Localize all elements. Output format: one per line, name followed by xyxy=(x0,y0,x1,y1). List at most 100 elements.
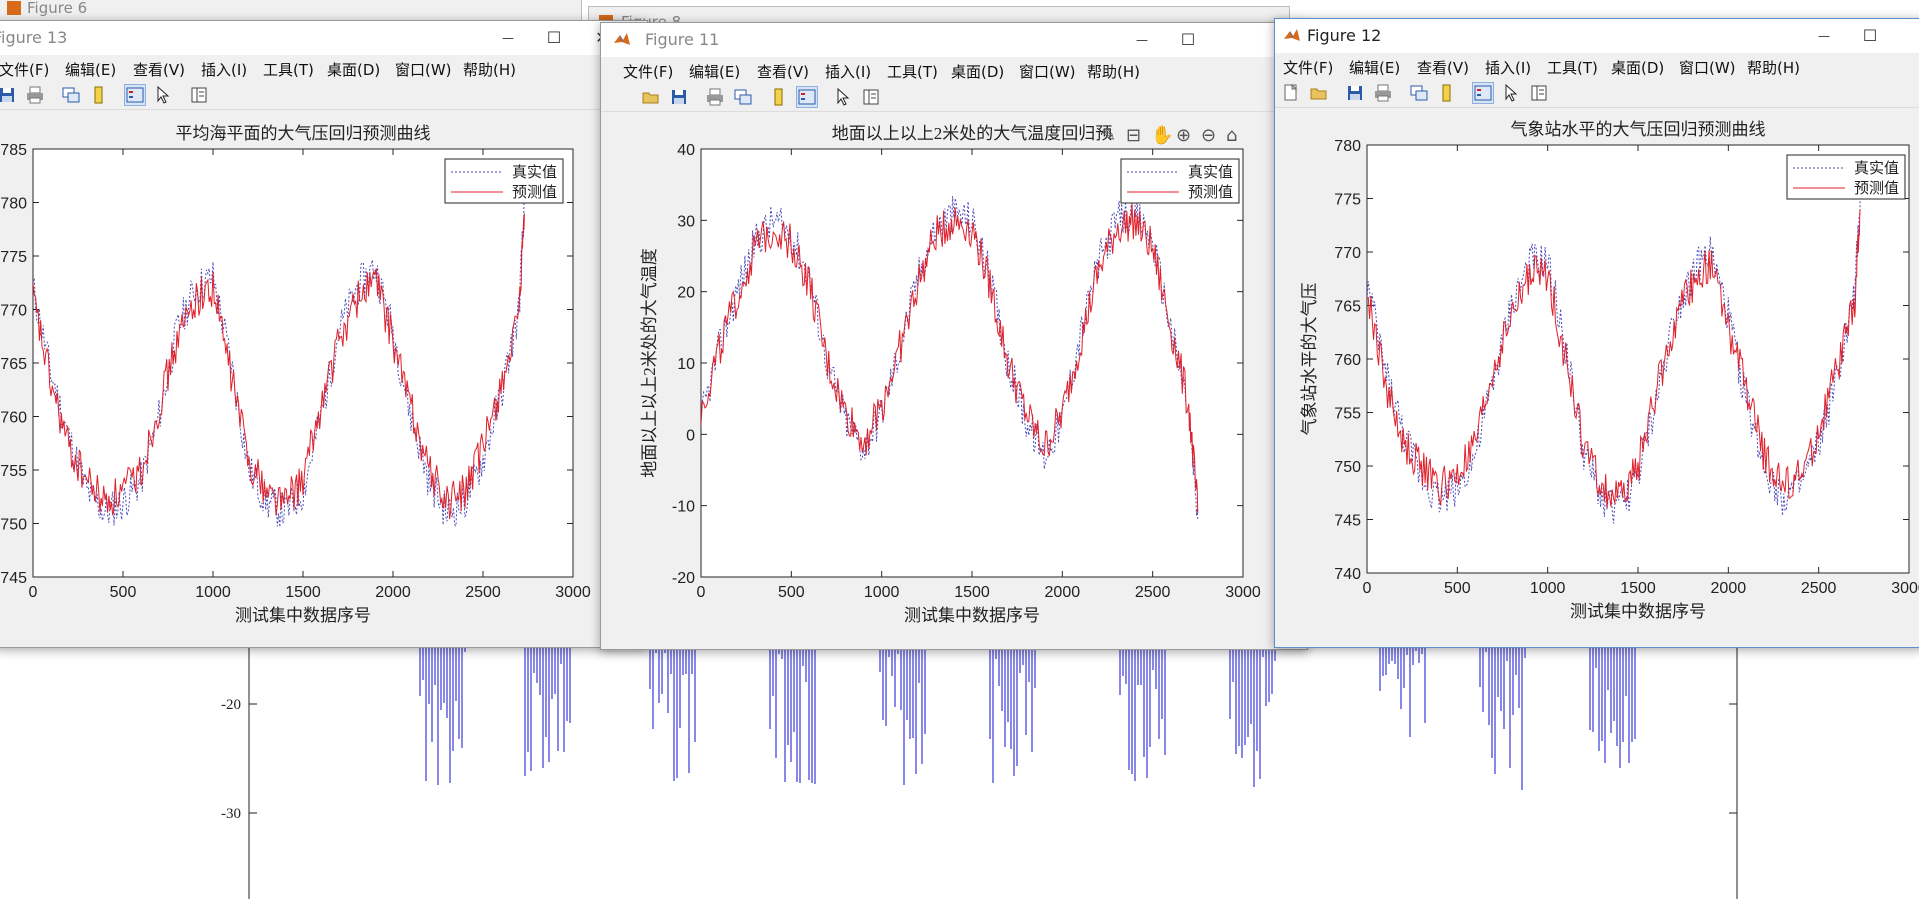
menu-item-2[interactable]: 查看(V) xyxy=(1417,57,1469,78)
property-editor-icon[interactable] xyxy=(1529,83,1549,103)
legend-icon[interactable] xyxy=(124,84,146,106)
link-plot-icon[interactable] xyxy=(1409,83,1429,103)
pointer-icon[interactable] xyxy=(833,87,853,107)
property-editor-icon[interactable] xyxy=(189,85,209,105)
print-icon[interactable] xyxy=(1373,83,1393,103)
y-tick-label: 770 xyxy=(1334,245,1361,262)
menu-item-7[interactable]: 帮助(H) xyxy=(463,59,516,80)
x-tick-label: 1000 xyxy=(1530,580,1566,597)
y-tick-label: 740 xyxy=(1334,566,1361,583)
data-tips-icon[interactable]: ⊟ xyxy=(1126,125,1141,146)
window-title: Figure 11 xyxy=(645,30,720,49)
chart: 气象站水平的大气压回归预测曲线 0 500 1000 1500 2000 2500 3000 7… xyxy=(1300,120,1919,621)
menu-item-1[interactable]: 编辑(E) xyxy=(65,59,116,80)
pan-icon[interactable]: ✋ xyxy=(1151,124,1173,146)
colorbar-icon[interactable] xyxy=(89,85,109,105)
legend-icon[interactable] xyxy=(796,86,818,108)
title-bar[interactable]: Figure 11 — ☐ xyxy=(601,23,1307,57)
home-icon[interactable]: ⌂ xyxy=(1226,125,1237,146)
menu-item-5[interactable]: 桌面(D) xyxy=(951,61,1004,82)
toolbar xyxy=(0,81,647,110)
window-figure-6[interactable]: Figure 6 xyxy=(0,0,582,22)
y-tick-label: 30 xyxy=(677,213,695,230)
legend-actual-label: 真实值 xyxy=(1854,159,1899,177)
window-title: Figure 12 xyxy=(1307,26,1382,45)
background-series-line xyxy=(1589,648,1636,768)
window-fig11[interactable]: Figure 11 — ☐ 文件(F) 编辑(E) 查看(V) 插入(I) 工具(T) 桌面(D… xyxy=(600,22,1308,650)
link-plot-icon[interactable] xyxy=(733,87,753,107)
window-fig12[interactable]: Figure 12 — ☐ 文件(F) 编辑(E) 查看(V) 插入(I) 工具(T) 桌面(D… xyxy=(1274,18,1919,648)
property-editor-icon[interactable] xyxy=(861,87,881,107)
title-bar[interactable]: Figure 12 — ☐ xyxy=(1275,19,1919,53)
print-icon[interactable] xyxy=(705,87,725,107)
menu-item-5[interactable]: 桌面(D) xyxy=(1611,57,1664,78)
x-tick-label: 2000 xyxy=(375,584,411,601)
menu-item-6[interactable]: 窗口(W) xyxy=(395,59,452,80)
brush-icon[interactable]: ✎ xyxy=(1101,125,1116,146)
menu-item-1[interactable]: 编辑(E) xyxy=(689,61,740,82)
menu-item-0[interactable]: 文件(F) xyxy=(0,59,49,80)
maximize-button[interactable]: ☐ xyxy=(531,21,577,55)
pointer-icon[interactable] xyxy=(1501,83,1521,103)
menu-item-3[interactable]: 插入(I) xyxy=(201,59,247,80)
minimize-button[interactable]: — xyxy=(1801,19,1847,53)
link-plot-icon[interactable] xyxy=(61,85,81,105)
y-tick-label: 775 xyxy=(0,249,27,266)
x-tick-label: 1000 xyxy=(864,584,900,601)
x-tick-label: 2500 xyxy=(465,584,501,601)
colorbar-icon[interactable] xyxy=(769,87,789,107)
menu-item-1[interactable]: 编辑(E) xyxy=(1349,57,1400,78)
x-tick-label: 0 xyxy=(697,584,706,601)
y-tick-label: 760 xyxy=(1334,352,1361,369)
legend-icon[interactable] xyxy=(1472,82,1494,104)
menu-item-3[interactable]: 插入(I) xyxy=(825,61,871,82)
menu-item-0[interactable]: 文件(F) xyxy=(623,61,673,82)
menu-item-7[interactable]: 帮助(H) xyxy=(1747,57,1800,78)
menu-item-2[interactable]: 查看(V) xyxy=(133,59,185,80)
matlab-app-icon xyxy=(613,31,631,49)
pointer-icon[interactable] xyxy=(153,85,173,105)
save-icon[interactable] xyxy=(1345,83,1365,103)
y-axis-label: 气象站水平的大气压 xyxy=(1300,283,1319,436)
open-file-icon[interactable] xyxy=(641,87,661,107)
background-series-line xyxy=(524,648,571,776)
new-figure-icon[interactable] xyxy=(1281,83,1301,103)
menu-item-7[interactable]: 帮助(H) xyxy=(1087,61,1140,82)
menu-item-5[interactable]: 桌面(D) xyxy=(327,59,380,80)
maximize-button[interactable]: ☐ xyxy=(1847,19,1893,53)
x-tick-label: 3000 xyxy=(555,584,591,601)
maximize-button[interactable]: ☐ xyxy=(1165,23,1211,57)
save-icon[interactable] xyxy=(669,87,689,107)
menu-item-4[interactable]: 工具(T) xyxy=(263,59,314,80)
minimize-button[interactable]: — xyxy=(1119,23,1165,57)
y-tick-label: 750 xyxy=(1334,459,1361,476)
zoom-out-icon[interactable]: ⊖ xyxy=(1201,125,1216,146)
print-icon[interactable] xyxy=(25,85,45,105)
background-series-line xyxy=(419,648,466,785)
legend-predicted-label: 预测值 xyxy=(1854,180,1899,197)
background-series-line xyxy=(1479,648,1526,790)
menu-item-4[interactable]: 工具(T) xyxy=(887,61,938,82)
x-axis-label: 测试集中数据序号 xyxy=(1570,602,1706,621)
minimize-button[interactable]: — xyxy=(485,21,531,55)
menu-item-0[interactable]: 文件(F) xyxy=(1283,57,1333,78)
save-icon[interactable] xyxy=(0,85,17,105)
zoom-in-icon[interactable]: ⊕ xyxy=(1176,125,1191,146)
x-tick-label: 1000 xyxy=(195,584,231,601)
menu-item-2[interactable]: 查看(V) xyxy=(757,61,809,82)
menu-item-6[interactable]: 窗口(W) xyxy=(1679,57,1736,78)
y-tick-label: 765 xyxy=(0,356,27,373)
colorbar-icon[interactable] xyxy=(1437,83,1457,103)
matlab-app-icon xyxy=(1283,27,1301,45)
y-tick-label: 745 xyxy=(1334,513,1361,530)
background-series-line xyxy=(649,648,696,781)
window-fig13[interactable]: Figure 13—☐✕ 文件(F) 编辑(E) 查看(V) 插入(I) 工具(T) 桌面(… xyxy=(0,20,648,648)
menu-item-6[interactable]: 窗口(W) xyxy=(1019,61,1076,82)
menu-item-3[interactable]: 插入(I) xyxy=(1485,57,1531,78)
figure-area: 气象站水平的大气压回归预测曲线 0 500 1000 1500 2000 2500 3000 7… xyxy=(1275,108,1919,647)
title-bar[interactable]: Figure 13—☐✕ xyxy=(0,21,647,55)
chart: 地面以上以上2米处的大气温度回归预0 500 1000 1500 2000 2500 300… xyxy=(640,124,1261,625)
menu-item-4[interactable]: 工具(T) xyxy=(1547,57,1598,78)
y-tick-label: 745 xyxy=(0,570,27,587)
open-file-icon[interactable] xyxy=(1309,83,1329,103)
